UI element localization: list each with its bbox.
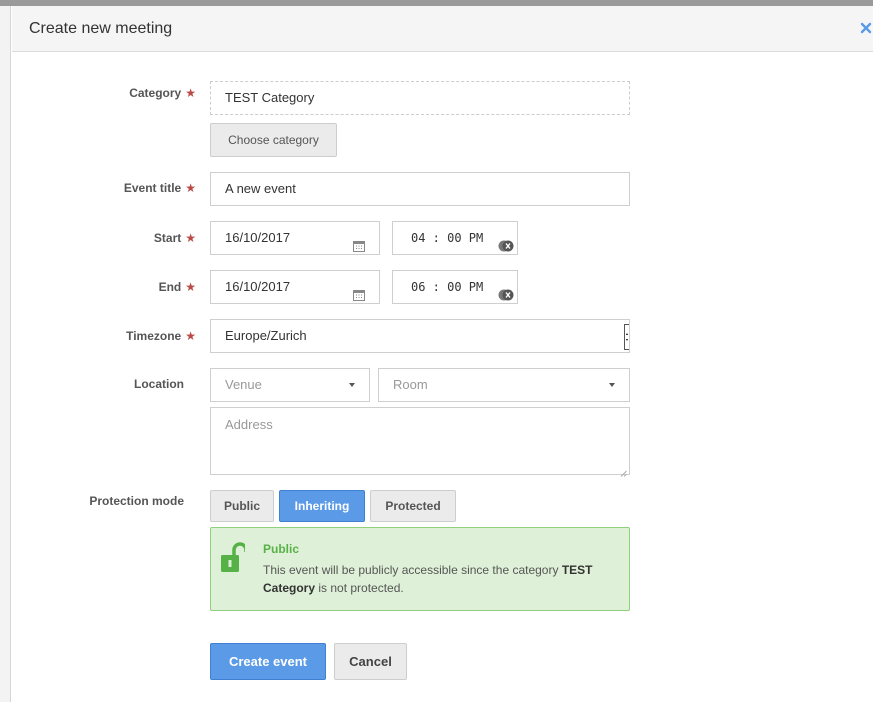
cancel-button[interactable]: Cancel	[334, 643, 407, 680]
clear-time-icon[interactable]	[498, 232, 514, 252]
dialog-title: Create new meeting	[29, 20, 173, 37]
required-marker: ★	[185, 181, 196, 195]
event-title-label: Event title ★	[24, 181, 196, 195]
unlock-icon	[221, 542, 248, 574]
start-time-value: 04 : 00 PM	[411, 231, 484, 245]
required-marker: ★	[185, 329, 196, 343]
venue-placeholder: Venue	[225, 377, 262, 392]
protection-info-box: Public This event will be publicly acces…	[210, 527, 630, 611]
end-time-value: 06 : 00 PM	[411, 280, 484, 294]
info-text-prefix: This event will be publicly accessible s…	[263, 563, 559, 577]
create-event-button[interactable]: Create event	[210, 643, 326, 680]
event-title-label-text: Event title	[123, 181, 182, 195]
resize-handle-icon[interactable]	[620, 465, 627, 477]
create-meeting-dialog: Create new meeting Category ★ TEST Catego…	[12, 6, 873, 702]
choose-category-button[interactable]: Choose category	[210, 123, 337, 157]
end-label-text: End	[158, 280, 182, 294]
calendar-icon[interactable]	[353, 232, 365, 252]
dialog-header: Create new meeting	[12, 6, 873, 52]
close-icon[interactable]	[859, 21, 873, 35]
timezone-label-text: Timezone	[126, 329, 182, 343]
required-marker: ★	[185, 231, 196, 245]
chevron-down-icon	[609, 383, 615, 387]
category-label: Category ★	[24, 86, 196, 100]
protection-mode-label: Protection mode	[89, 494, 184, 508]
required-marker: ★	[185, 280, 196, 294]
end-label: End ★	[24, 280, 196, 294]
category-display: TEST Category	[210, 81, 630, 115]
start-date-input[interactable]: 16/10/2017	[210, 221, 380, 255]
protection-info-title: Public	[263, 542, 300, 556]
end-date-value: 16/10/2017	[225, 279, 291, 294]
venue-select[interactable]: Venue	[210, 368, 370, 402]
event-title-input[interactable]: A new event	[210, 172, 630, 206]
start-date-value: 16/10/2017	[225, 230, 291, 245]
room-placeholder: Room	[393, 377, 428, 392]
required-marker: ★	[185, 86, 196, 100]
location-label: Location	[134, 377, 184, 391]
address-textarea[interactable]: Address	[210, 407, 630, 477]
end-date-input[interactable]: 16/10/2017	[210, 270, 380, 304]
protection-public-button[interactable]: Public	[210, 490, 274, 522]
timezone-label: Timezone ★	[24, 329, 196, 343]
calendar-icon[interactable]	[353, 281, 365, 301]
end-time-input[interactable]: 06 : 00 PM	[392, 270, 518, 304]
timezone-select[interactable]: Europe/Zurich	[210, 319, 630, 353]
start-label: Start ★	[24, 231, 196, 245]
category-label-text: Category	[129, 86, 182, 100]
address-placeholder: Address	[225, 417, 273, 432]
protection-protected-button[interactable]: Protected	[370, 490, 456, 522]
background-window-edge	[0, 6, 11, 702]
start-time-input[interactable]: 04 : 00 PM	[392, 221, 518, 255]
info-text-suffix: is not protected.	[318, 581, 404, 595]
protection-info-text: This event will be publicly accessible s…	[263, 561, 623, 597]
chevron-down-icon	[349, 383, 355, 387]
start-label-text: Start	[153, 231, 182, 245]
protection-inheriting-button[interactable]: Inheriting	[279, 490, 365, 522]
select-spinner-icon[interactable]	[624, 324, 629, 350]
room-select[interactable]: Room	[378, 368, 630, 402]
clear-time-icon[interactable]	[498, 281, 514, 301]
timezone-value: Europe/Zurich	[225, 328, 307, 343]
